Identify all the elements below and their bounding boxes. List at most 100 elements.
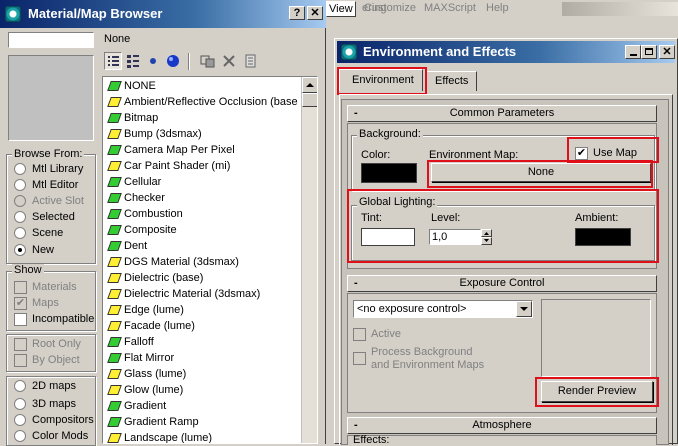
- show-option-label: Incompatible: [32, 313, 95, 325]
- show-maps-checkbox: ✔ Maps: [14, 295, 59, 311]
- list-item[interactable]: NONE: [107, 78, 305, 94]
- list-item[interactable]: Composite: [107, 222, 305, 238]
- list-item[interactable]: Car Paint Shader (mi): [107, 158, 305, 174]
- map-type-label: Compositors: [32, 414, 94, 426]
- menu-help[interactable]: Help: [486, 2, 509, 14]
- scroll-thumb[interactable]: [302, 93, 317, 107]
- list-item[interactable]: Ambient/Reflective Occlusion (base: [107, 94, 305, 110]
- map-type-icon: [107, 193, 122, 203]
- menu-customize[interactable]: Customize: [364, 2, 416, 14]
- list-item[interactable]: Combustion: [107, 206, 305, 222]
- max-logo-icon: [5, 6, 21, 22]
- browse-option-label: Mtl Library: [32, 163, 84, 175]
- exposure-dropdown[interactable]: <no exposure control>: [353, 300, 533, 318]
- active-label: Active: [371, 328, 401, 340]
- browse-new[interactable]: New: [14, 242, 54, 258]
- show-materials-checkbox: Materials: [14, 279, 77, 295]
- map-type-icon: [107, 385, 122, 395]
- list-item-label: Facade (lume): [124, 320, 195, 332]
- small-icons-icon[interactable]: [148, 56, 158, 66]
- map-type-icon: [107, 257, 122, 267]
- radio-icon: [14, 430, 26, 442]
- list-item[interactable]: Camera Map Per Pixel: [107, 142, 305, 158]
- list-item[interactable]: Glow (lume): [107, 382, 305, 398]
- show-option-label: Materials: [32, 281, 77, 293]
- list-item[interactable]: Falloff: [107, 334, 305, 350]
- minimize-button[interactable]: [625, 45, 641, 59]
- env-titlebar[interactable]: Environment and Effects ✕: [337, 41, 675, 63]
- rollout-exposure-control[interactable]: - Exposure Control: [347, 275, 657, 292]
- browse-mtl-editor[interactable]: Mtl Editor: [14, 177, 78, 193]
- rollout-atmosphere[interactable]: - Atmosphere: [347, 417, 657, 434]
- scroll-up-button[interactable]: [302, 77, 317, 93]
- filter-compositors[interactable]: Compositors: [14, 412, 94, 428]
- checkbox-icon: [14, 280, 27, 294]
- list-item-label: Flat Mirror: [124, 352, 175, 364]
- browse-mtl-library[interactable]: Mtl Library: [14, 161, 83, 177]
- large-icons-icon[interactable]: [166, 54, 180, 68]
- help-button[interactable]: ?: [289, 6, 305, 20]
- list-item-label: DGS Material (3dsmax): [124, 256, 239, 268]
- show-option-label: Maps: [32, 297, 59, 309]
- rollout-common-parameters[interactable]: - Common Parameters: [347, 105, 657, 122]
- list-item[interactable]: Gradient: [107, 398, 305, 414]
- list-item[interactable]: Dielectric Material (3dsmax): [107, 286, 305, 302]
- list-item[interactable]: Bitmap: [107, 110, 305, 126]
- menu-view: View: [329, 3, 353, 15]
- list-item[interactable]: Cellular: [107, 174, 305, 190]
- clear-library-icon[interactable]: [244, 54, 258, 68]
- list-item[interactable]: Landscape (lume): [107, 430, 305, 444]
- map-type-icon: [107, 401, 122, 411]
- browse-scene[interactable]: Scene: [14, 225, 63, 241]
- scrollbar[interactable]: [301, 77, 317, 443]
- list-item[interactable]: Checker: [107, 190, 305, 206]
- tab-effects[interactable]: Effects: [425, 71, 477, 91]
- chevron-down-icon[interactable]: [516, 301, 532, 317]
- viewport-dropdown[interactable]: View: [326, 1, 356, 17]
- list-item[interactable]: Flat Mirror: [107, 350, 305, 366]
- radio-icon: [14, 163, 26, 175]
- radio-icon: [14, 227, 26, 239]
- map-list[interactable]: NONE Ambient/Reflective Occlusion (base Bi…: [102, 76, 318, 444]
- list-item[interactable]: DGS Material (3dsmax): [107, 254, 305, 270]
- show-incompatible-checkbox[interactable]: Incompatible: [14, 311, 94, 327]
- list-item[interactable]: Facade (lume): [107, 318, 305, 334]
- list-item-label: Landscape (lume): [124, 432, 213, 444]
- exposure-dropdown-value: <no exposure control>: [357, 303, 467, 315]
- filter-3d-maps[interactable]: 3D maps: [14, 396, 76, 412]
- browser-titlebar[interactable]: Material/Map Browser ? ✕: [0, 0, 326, 28]
- maximize-button[interactable]: [641, 45, 657, 59]
- list-item[interactable]: Dielectric (base): [107, 270, 305, 286]
- background-color-swatch[interactable]: [361, 163, 417, 183]
- view-list-icons-icon[interactable]: [126, 54, 140, 68]
- menu-maxscript[interactable]: MAXScript: [424, 2, 476, 14]
- map-type-icon: [107, 81, 122, 91]
- list-item[interactable]: Edge (lume): [107, 302, 305, 318]
- effects-label: Effects:: [353, 434, 390, 446]
- browse-selected[interactable]: Selected: [14, 209, 75, 225]
- highlight-env-map-button: [427, 160, 653, 188]
- radio-icon: [14, 380, 26, 392]
- map-type-icon: [107, 433, 122, 443]
- list-item[interactable]: Dent: [107, 238, 305, 254]
- filter-color-mods[interactable]: Color Mods: [14, 428, 88, 444]
- list-item[interactable]: Bump (3dsmax): [107, 126, 305, 142]
- tab-label: Effects: [435, 75, 469, 87]
- map-type-icon: [107, 113, 122, 123]
- map-type-icon: [107, 369, 122, 379]
- close-button[interactable]: ✕: [659, 45, 675, 59]
- map-type-icon: [107, 289, 122, 299]
- list-item[interactable]: Glass (lume): [107, 366, 305, 382]
- close-button[interactable]: ✕: [307, 6, 323, 20]
- filter-2d-maps[interactable]: 2D maps: [14, 378, 76, 394]
- browser-title: Material/Map Browser: [28, 6, 163, 21]
- list-item[interactable]: Gradient Ramp: [107, 414, 305, 430]
- update-scene-materials-icon[interactable]: [200, 54, 216, 68]
- rollout-title: Common Parameters: [449, 107, 555, 119]
- delete-icon[interactable]: [222, 54, 236, 68]
- view-list-icon[interactable]: [104, 52, 122, 70]
- list-item-label: NONE: [124, 80, 156, 92]
- search-input[interactable]: [8, 32, 94, 48]
- list-item-label: Dent: [124, 240, 148, 252]
- map-type-icon: [107, 273, 122, 283]
